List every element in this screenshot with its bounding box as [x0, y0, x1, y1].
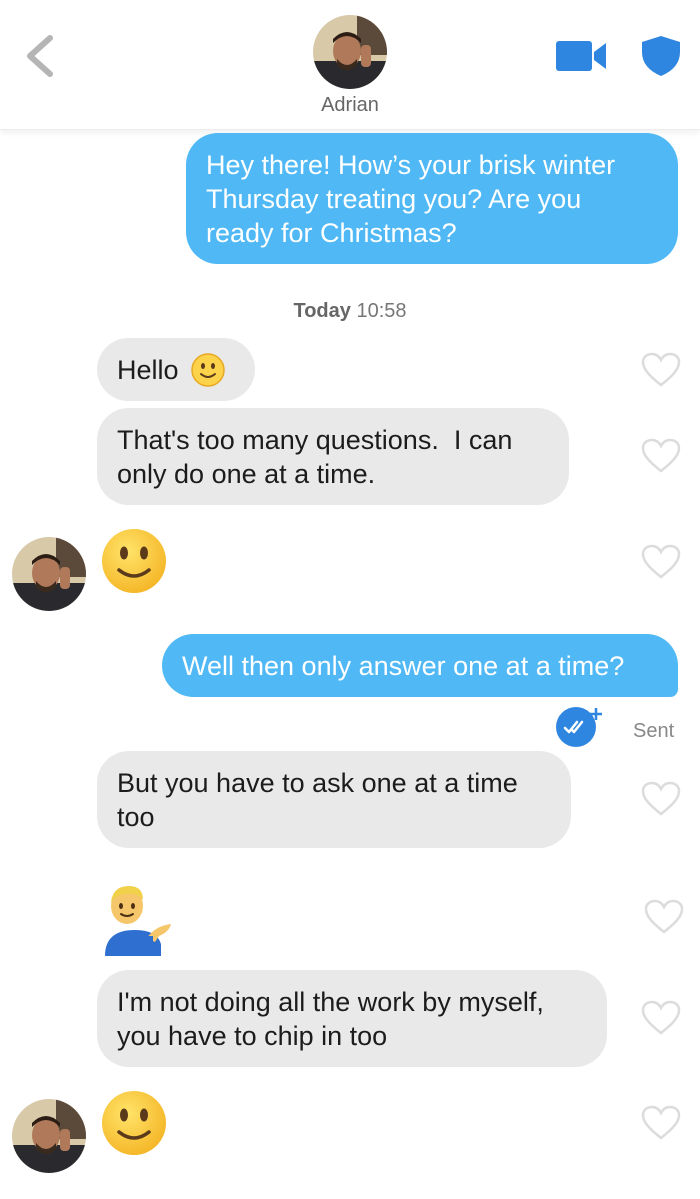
contact-avatar[interactable] [12, 537, 86, 611]
message-text: Hello [117, 354, 179, 385]
message-text: Well then only answer one at a time? [182, 650, 625, 681]
slightly-smiling-face-emoji[interactable] [101, 528, 167, 594]
contact-avatar[interactable] [12, 1099, 86, 1173]
heart-icon[interactable] [641, 438, 681, 474]
message-bubble-incoming[interactable]: Hello [97, 338, 255, 401]
message-text: But you have to ask one at a time too [117, 767, 518, 832]
timestamp-day: Today [293, 300, 351, 322]
heart-icon[interactable] [644, 899, 684, 935]
timestamp-time: 10:58 [356, 300, 407, 322]
chat-header: Adrian [0, 0, 700, 130]
message-bubble-incoming[interactable]: But you have to ask one at a time too [97, 751, 571, 848]
slightly-smiling-face-emoji[interactable] [101, 1090, 167, 1156]
contact-avatar[interactable] [313, 15, 387, 89]
message-text: That's too many questions. I can only do… [117, 424, 513, 489]
read-receipt-check-icon[interactable] [556, 706, 602, 748]
message-text: Hey there! How’s your brisk winter Thurs… [206, 149, 616, 248]
heart-icon[interactable] [641, 352, 681, 388]
slightly-smiling-face-emoji [190, 352, 225, 387]
message-bubble-incoming[interactable]: I'm not doing all the work by myself, yo… [97, 970, 607, 1067]
back-chevron-icon[interactable] [22, 34, 58, 78]
message-bubble-outgoing[interactable]: Hey there! How’s your brisk winter Thurs… [186, 133, 678, 264]
heart-icon[interactable] [641, 781, 681, 817]
timestamp: Today 10:58 [0, 300, 700, 323]
shield-icon[interactable] [640, 34, 682, 78]
message-bubble-outgoing[interactable]: Well then only answer one at a time? [162, 634, 678, 697]
video-call-icon[interactable] [556, 38, 608, 74]
man-tipping-hand-emoji[interactable] [97, 880, 173, 956]
heart-icon[interactable] [641, 1105, 681, 1141]
message-text: I'm not doing all the work by myself, yo… [117, 986, 544, 1051]
message-bubble-incoming[interactable]: That's too many questions. I can only do… [97, 408, 569, 505]
heart-icon[interactable] [641, 1000, 681, 1036]
contact-name[interactable]: Adrian [0, 94, 700, 117]
sent-status-label: Sent [633, 720, 675, 742]
heart-icon[interactable] [641, 544, 681, 580]
